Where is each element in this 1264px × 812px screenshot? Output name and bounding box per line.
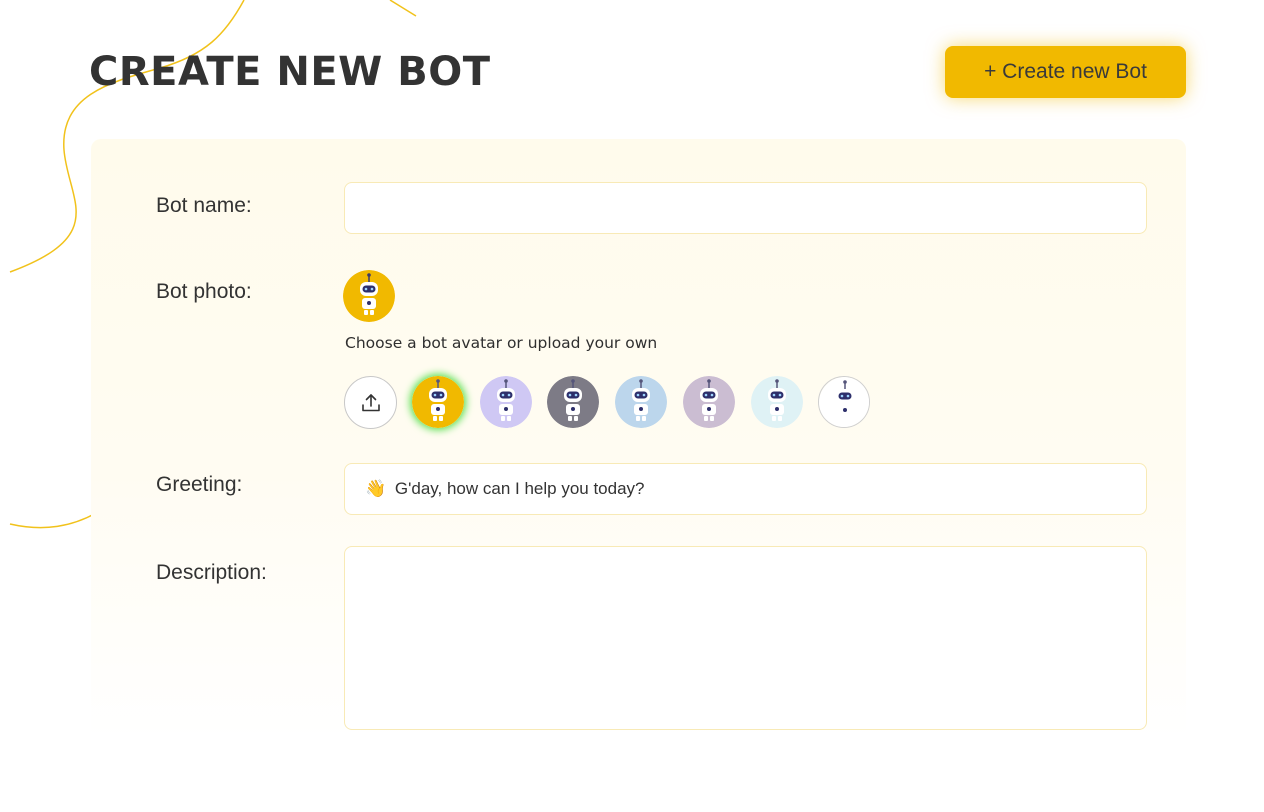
avatar-option-mauve-robot[interactable] xyxy=(683,376,735,428)
avatar-option-blue-robot[interactable] xyxy=(615,376,667,428)
robot-icon xyxy=(819,377,869,427)
avatar-option-lavender-robot[interactable] xyxy=(480,376,532,428)
avatar-option-yellow-robot[interactable] xyxy=(412,376,464,428)
upload-icon xyxy=(362,394,380,412)
decorative-curve-corner xyxy=(389,0,417,17)
robot-icon xyxy=(547,376,599,428)
avatar-option-mint-robot[interactable] xyxy=(751,376,803,428)
selected-bot-avatar xyxy=(343,270,395,322)
greeting-input[interactable]: 👋 G'day, how can I help you today? xyxy=(344,463,1147,515)
greeting-text: G'day, how can I help you today? xyxy=(394,479,645,498)
bot-name-label: Bot name: xyxy=(156,194,252,217)
robot-icon xyxy=(683,376,735,428)
avatar-choice-hint: Choose a bot avatar or upload your own xyxy=(345,334,658,352)
waving-hand-icon: 👋 xyxy=(365,479,387,498)
upload-avatar-button[interactable] xyxy=(344,376,397,429)
avatar-option-white-robot[interactable] xyxy=(818,376,870,428)
robot-icon xyxy=(343,270,395,322)
robot-icon xyxy=(480,376,532,428)
avatar-option-gray-robot[interactable] xyxy=(547,376,599,428)
create-new-bot-button[interactable]: + Create new Bot xyxy=(945,46,1186,98)
description-label: Description: xyxy=(156,561,267,584)
bot-name-input[interactable] xyxy=(344,182,1147,234)
bot-photo-label: Bot photo: xyxy=(156,280,252,303)
description-textarea[interactable] xyxy=(344,546,1147,730)
robot-icon xyxy=(412,376,464,428)
robot-icon xyxy=(615,376,667,428)
robot-icon xyxy=(751,376,803,428)
page-title: CREATE NEW BOT xyxy=(89,49,491,95)
greeting-label: Greeting: xyxy=(156,473,243,496)
